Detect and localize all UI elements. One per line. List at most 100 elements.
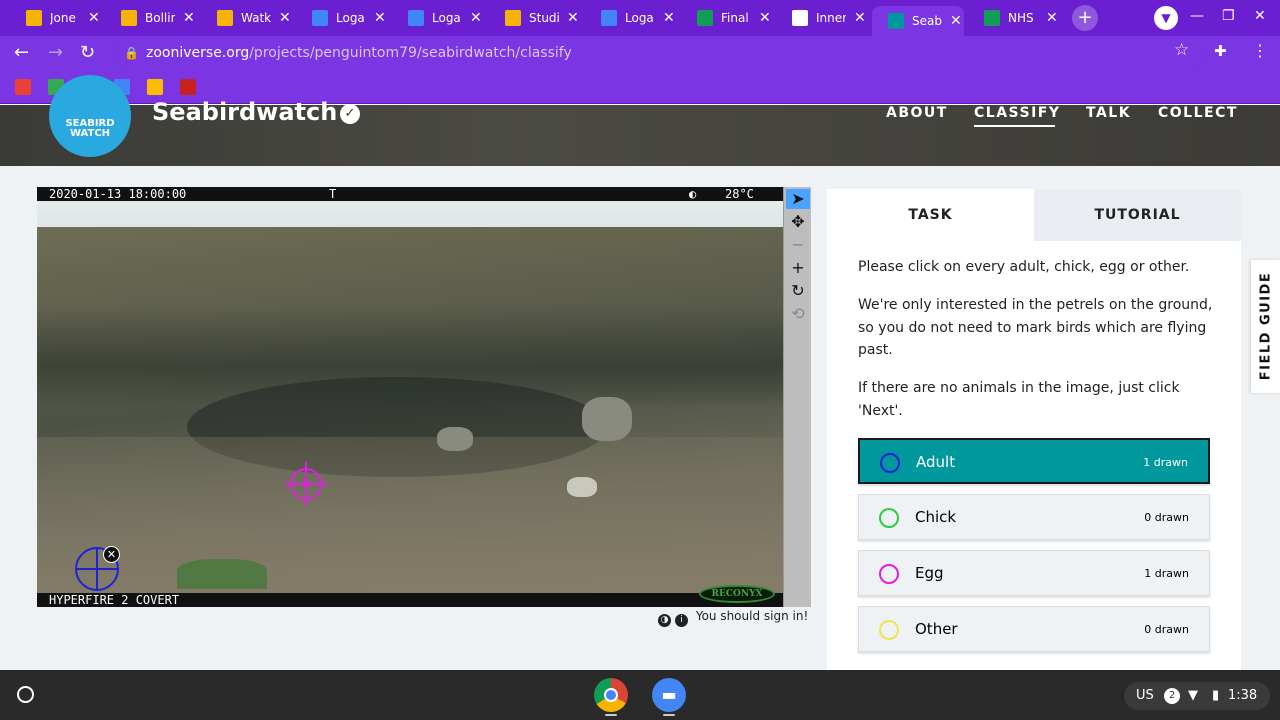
rotate-icon[interactable]: ↻ [786, 281, 810, 301]
tab-favicon-icon [121, 10, 137, 26]
browser-tab[interactable]: Loga ✕ [296, 6, 388, 30]
wifi-icon: ▼ [1188, 688, 1198, 703]
camera-brand-logo: RECONYX [699, 585, 775, 603]
task-instruction: We're only interested in the petrels on … [858, 297, 1213, 358]
zoom-in-icon[interactable]: + [786, 258, 810, 278]
tab-close-icon[interactable]: ✕ [279, 10, 291, 26]
egg-marker-crosshair [284, 483, 328, 485]
task-instruction: Please click on every adult, chick, egg … [858, 259, 1190, 275]
sign-in-note[interactable]: You should sign in! [696, 609, 808, 623]
camera-temperature: 28°C [725, 187, 754, 201]
tab-label: NHS [1008, 11, 1034, 25]
nav-active-underline [974, 125, 1055, 127]
forward-icon[interactable]: → [48, 42, 63, 63]
browser-menu-icon[interactable]: ⋮ [1252, 41, 1268, 60]
clock: 1:38 [1228, 688, 1258, 703]
tab-close-icon[interactable]: ✕ [663, 10, 675, 26]
choice-chick[interactable]: Chick 0 drawn [858, 494, 1210, 540]
tab-label: Loga [336, 11, 365, 25]
files-app-icon[interactable]: ▬ [652, 678, 686, 712]
invert-icon[interactable]: ◑ [658, 614, 671, 627]
project-title[interactable]: Seabirdwatch [152, 98, 337, 126]
image-stone [437, 427, 473, 451]
choice-count: 0 drawn [1144, 623, 1189, 636]
delete-mark-icon[interactable]: ✕ [103, 546, 120, 563]
close-window-icon[interactable]: ✕ [1254, 8, 1266, 24]
profile-menu-icon[interactable]: ▼ [1154, 6, 1178, 30]
tab-tutorial[interactable]: TUTORIAL [1034, 189, 1241, 241]
battery-icon: ▮ [1212, 688, 1220, 703]
browser-tab[interactable]: NHS ✕ [968, 6, 1060, 30]
browser-tab[interactable]: Loga ✕ [585, 6, 677, 30]
choice-adult[interactable]: Adult 1 drawn [858, 438, 1210, 484]
reload-icon[interactable]: ↻ [80, 42, 95, 63]
bookmark-star-icon[interactable]: ☆ [1174, 40, 1189, 60]
move-tool-icon[interactable]: ✥ [786, 212, 810, 232]
tab-label: Studi [529, 11, 559, 25]
chrome-app-icon[interactable] [594, 678, 628, 712]
tab-close-icon[interactable]: ✕ [1046, 10, 1058, 26]
browser-tab[interactable]: Jone ✕ [10, 6, 102, 30]
crosshair-icon [879, 564, 899, 584]
browser-tab[interactable]: Inner ✕ [776, 6, 868, 30]
tab-close-icon[interactable]: ✕ [950, 13, 962, 29]
browser-tab[interactable]: Bollin ✕ [105, 6, 197, 30]
image-grass [177, 559, 267, 589]
tab-favicon-icon [505, 10, 521, 26]
browser-tab[interactable]: Watk ✕ [201, 6, 293, 30]
tab-close-icon[interactable]: ✕ [88, 10, 100, 26]
nav-talk[interactable]: TALK [1086, 105, 1131, 121]
lock-icon: 🔒 [124, 46, 139, 60]
tab-label: Loga [432, 11, 461, 25]
logo-text-2: WATCH [69, 128, 111, 139]
tab-label: Jone [50, 11, 76, 25]
tab-favicon-icon [217, 10, 233, 26]
info-icon[interactable]: i [675, 614, 688, 627]
tab-task[interactable]: TASK [827, 189, 1034, 241]
launcher-icon[interactable] [17, 686, 34, 703]
tab-favicon-icon [888, 13, 904, 29]
pointer-tool-icon[interactable]: ➤ [786, 189, 810, 209]
zoom-out-icon[interactable]: − [786, 235, 810, 255]
bookmark-icon[interactable] [15, 79, 31, 95]
chrome-app-center [604, 688, 618, 702]
tab-close-icon[interactable]: ✕ [470, 10, 482, 26]
browser-tab[interactable]: Studi ✕ [489, 6, 581, 30]
bookmark-icon[interactable] [147, 79, 163, 95]
field-guide-button[interactable]: FIELD GUIDE [1251, 260, 1280, 393]
nav-about[interactable]: ABOUT [886, 105, 948, 121]
choice-other[interactable]: Other 0 drawn [858, 606, 1210, 652]
tab-close-icon[interactable]: ✕ [854, 10, 866, 26]
choice-egg[interactable]: Egg 1 drawn [858, 550, 1210, 596]
nav-collect[interactable]: COLLECT [1158, 105, 1238, 121]
tab-close-icon[interactable]: ✕ [183, 10, 195, 26]
new-tab-button[interactable]: + [1072, 5, 1098, 31]
tab-label: Final [721, 11, 749, 25]
camera-marker: T [329, 187, 337, 201]
choice-label: Other [915, 620, 958, 638]
nav-classify[interactable]: CLASSIFY [974, 105, 1060, 121]
bookmark-icon[interactable] [180, 79, 196, 95]
tab-label: Bollin [145, 11, 175, 25]
crosshair-icon [879, 508, 899, 528]
image-ground [37, 437, 783, 607]
browser-tab[interactable]: Seab ✕ [872, 6, 964, 36]
tab-close-icon[interactable]: ✕ [759, 10, 771, 26]
tab-close-icon[interactable]: ✕ [567, 10, 579, 26]
project-logo[interactable]: SEABIRD WATCH [49, 75, 131, 157]
browser-tab[interactable]: Final ✕ [681, 6, 773, 30]
tab-favicon-icon [26, 10, 42, 26]
tab-close-icon[interactable]: ✕ [374, 10, 386, 26]
adult-marker-crosshair [75, 568, 119, 570]
back-icon[interactable]: ← [14, 42, 29, 63]
maximize-icon[interactable]: ❐ [1222, 8, 1235, 24]
minimize-icon[interactable]: — [1190, 8, 1204, 24]
extensions-icon[interactable]: ✚ [1214, 42, 1227, 60]
reset-view-icon[interactable]: ⟲ [786, 304, 810, 324]
address-bar[interactable]: 🔒 zooniverse.org/projects/penguintom79/s… [112, 39, 1206, 67]
camera-timestamp: 2020-01-13 18:00:00 [49, 187, 187, 201]
status-tray[interactable]: US 2 ▼ ▮ 1:38 [1124, 682, 1270, 710]
browser-tab[interactable]: Loga ✕ [392, 6, 484, 30]
subject-image[interactable]: 2020-01-13 18:00:00 T ◐ 28°C HYPERFIRE 2… [37, 187, 783, 607]
choice-count: 1 drawn [1143, 456, 1188, 469]
